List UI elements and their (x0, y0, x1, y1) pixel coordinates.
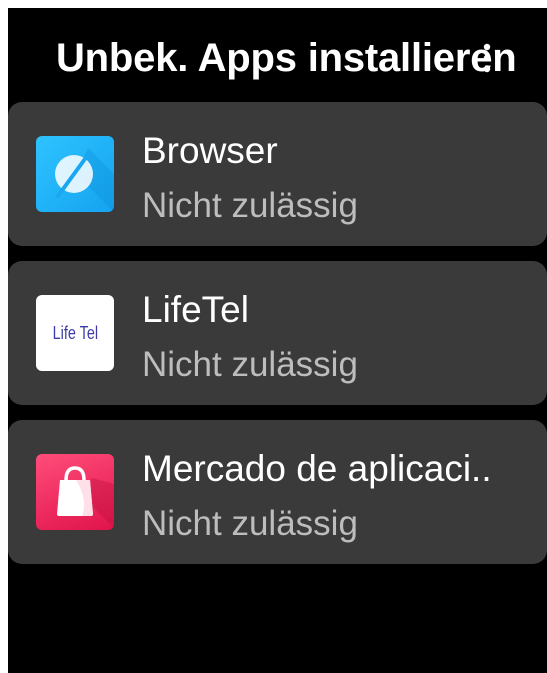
browser-icon (36, 136, 114, 212)
more-vert-icon[interactable] (482, 42, 492, 74)
app-name: Mercado de aplicaci.. (142, 448, 492, 489)
app-list-item-mercado[interactable]: Mercado de aplicaci.. Nicht zulässig (8, 420, 547, 564)
page-title: Unbek. Apps installieren (56, 36, 517, 80)
screen: Unbek. Apps installieren Browser Nicht z… (8, 8, 547, 673)
app-status: Nicht zulässig (142, 504, 358, 543)
app-status: Nicht zulässig (142, 345, 358, 384)
app-name: Browser (142, 130, 278, 171)
app-name: LifeTel (142, 289, 249, 330)
app-list-item-lifetel[interactable]: Life Tel LifeTel Nicht zulässig (8, 261, 547, 405)
lifetel-icon: Life Tel (36, 295, 114, 371)
shopping-bag-icon (36, 454, 114, 530)
app-list-item-browser[interactable]: Browser Nicht zulässig (8, 102, 547, 246)
lifetel-logo-text: Life Tel (52, 322, 98, 343)
app-status: Nicht zulässig (142, 186, 358, 225)
